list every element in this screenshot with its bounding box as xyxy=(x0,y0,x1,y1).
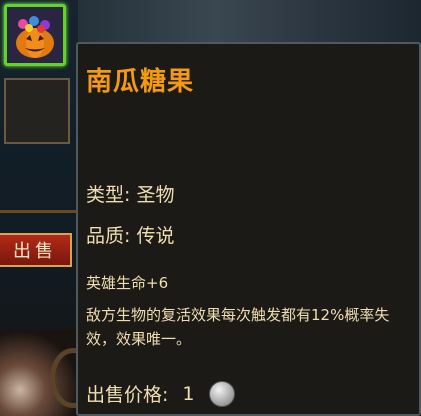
item-quality-label: 品质: xyxy=(86,225,131,247)
inventory-slot-empty[interactable] xyxy=(4,78,70,144)
sell-price-value: 1 xyxy=(182,382,195,405)
item-effect-title: 英雄生命+6 xyxy=(86,274,169,292)
panel-divider xyxy=(0,210,78,213)
sell-price-label: 出售价格: xyxy=(86,384,169,406)
item-quality-row: 品质: 传说 xyxy=(86,221,174,248)
scene-art-strip xyxy=(78,0,421,44)
silver-coin-icon xyxy=(208,380,235,407)
item-quality-value: 传说 xyxy=(136,225,175,247)
sell-button[interactable]: 出售 xyxy=(0,233,72,267)
inventory-slot-selected[interactable] xyxy=(4,4,66,66)
item-type-row: 类型: 圣物 xyxy=(86,180,174,207)
item-tooltip: 南瓜糖果 类型: 圣物 品质: 传说 英雄生命+6 敌方生物的复活效果每次触发都… xyxy=(76,42,421,416)
item-name: 南瓜糖果 xyxy=(86,67,195,97)
item-type-label: 类型: xyxy=(86,184,131,206)
item-effect-description: 敌方生物的复活效果每次触发都有12%概率失效，效果唯一。 xyxy=(86,306,390,348)
sell-price-row: 出售价格: 1 xyxy=(86,380,235,407)
item-type-value: 圣物 xyxy=(136,184,175,206)
pumpkin-candy-icon xyxy=(16,16,54,58)
